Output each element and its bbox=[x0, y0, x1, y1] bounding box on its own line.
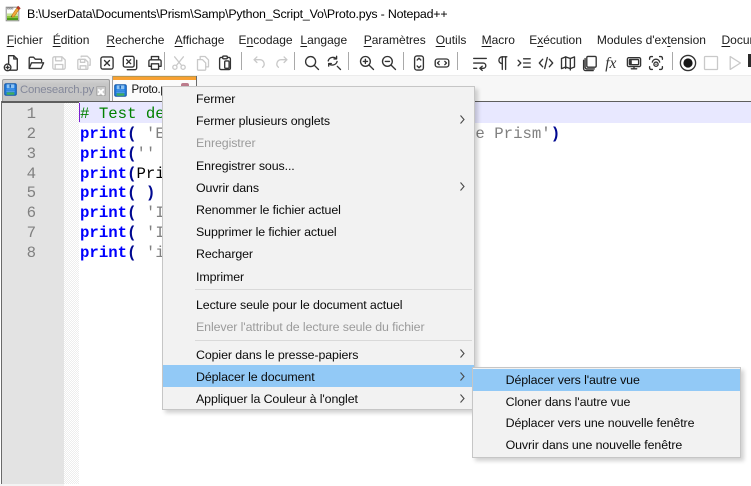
svg-text:fx: fx bbox=[605, 55, 616, 72]
